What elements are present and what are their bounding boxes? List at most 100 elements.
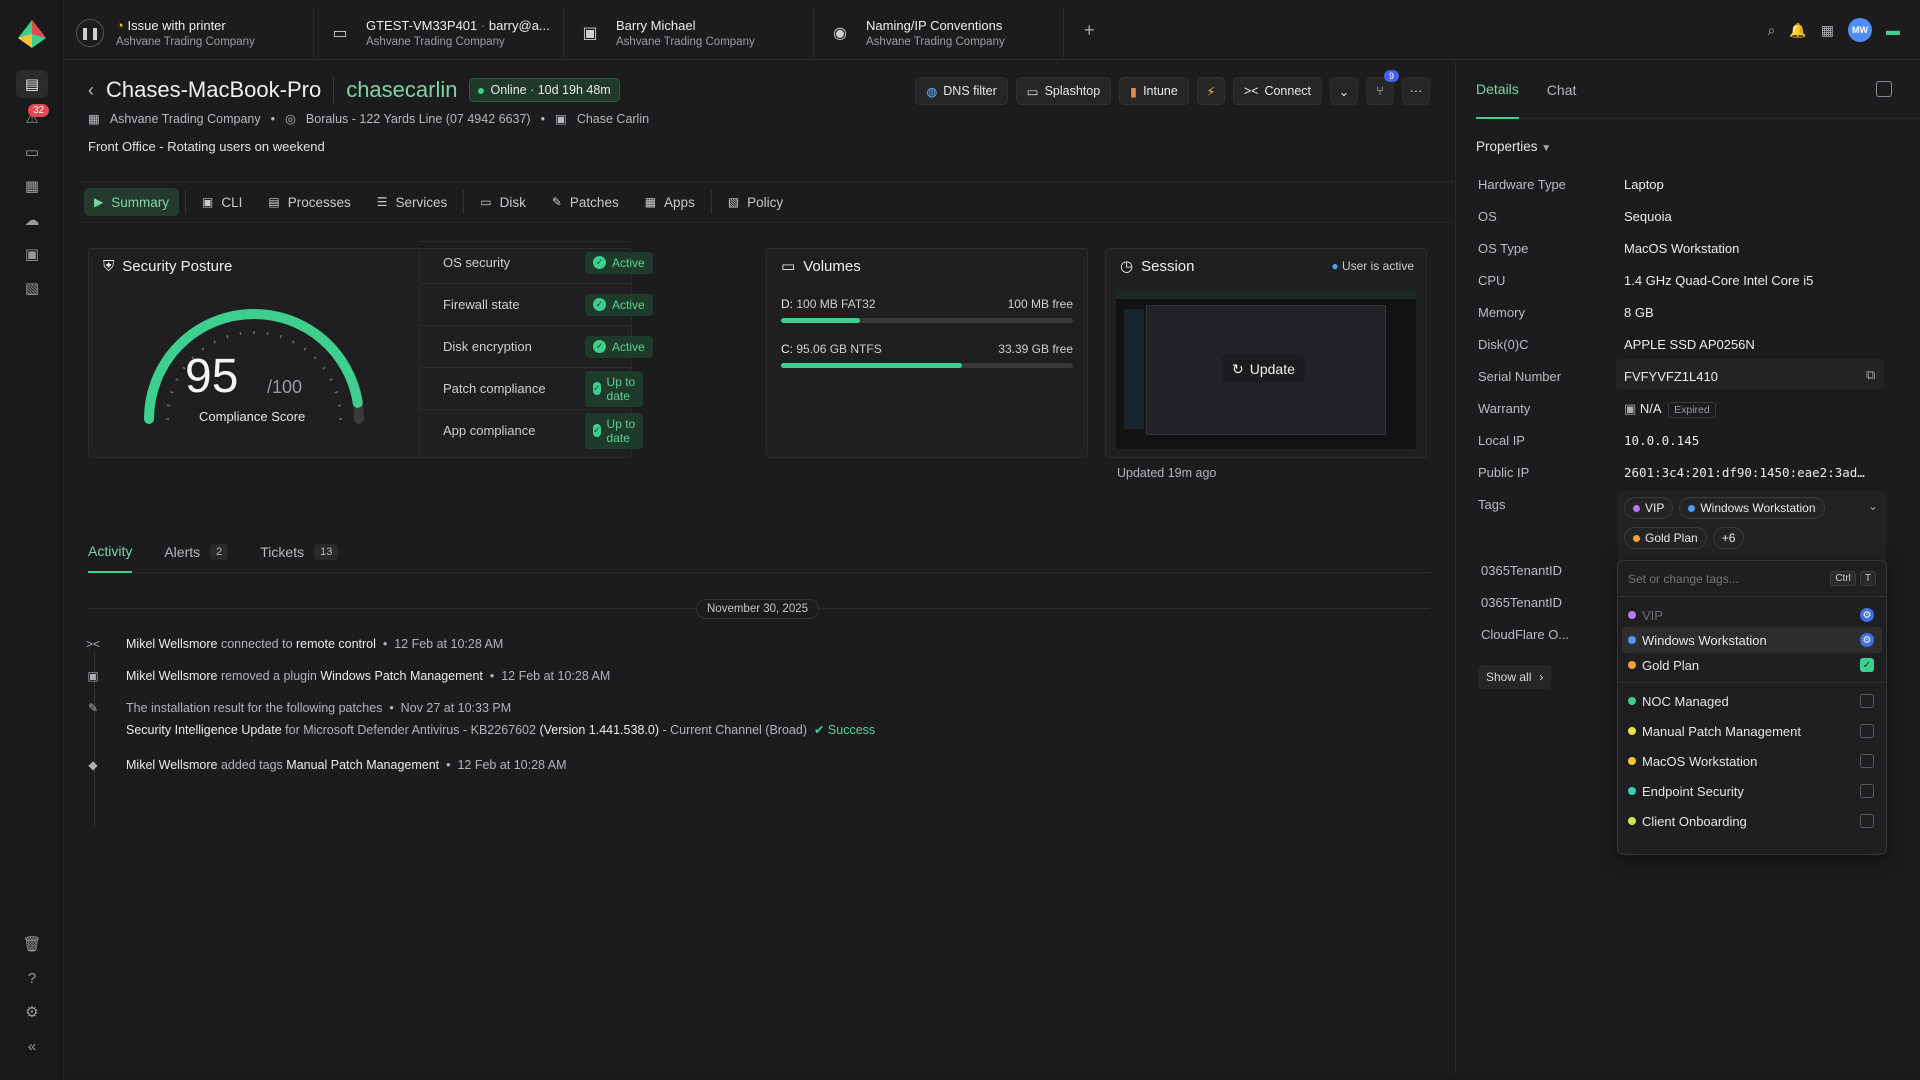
devices-nav-icon[interactable]: ▤ [16, 70, 48, 98]
tag-option-endpoint-security[interactable]: Endpoint Security [1622, 778, 1882, 804]
show-all-button[interactable]: Show all › [1478, 665, 1552, 689]
device-user[interactable]: chasecarlin [333, 77, 457, 103]
tab-alerts[interactable]: Alerts 2 [164, 531, 229, 573]
tag-chip[interactable]: Gold Plan [1624, 527, 1707, 549]
tag-option-windows-workstation[interactable]: Windows Workstation ⚙ [1622, 627, 1882, 653]
security-posture-card: ⛨ Security Posture 95 /100 Compliance Sco… [88, 241, 653, 458]
settings-gear-icon[interactable]: ⚙ [1860, 633, 1874, 647]
tag-option-noc-managed[interactable]: NOC Managed [1622, 688, 1882, 714]
tag-dot [1633, 504, 1640, 512]
checkbox-checked[interactable]: ✓ [1860, 658, 1874, 672]
avatar[interactable]: MW [1848, 18, 1872, 42]
card-title: Volumes [803, 257, 861, 275]
feed-actor[interactable]: Mikel Wellsmore [126, 669, 217, 683]
calendar-icon[interactable]: ▦ [1821, 22, 1834, 39]
serial-value: FVFYVFZ1L410 [1624, 369, 1718, 384]
help-icon[interactable]: ? [20, 966, 44, 990]
tag-option-vip[interactable]: VIP ⚙ [1622, 602, 1882, 628]
prop-key: Tags [1478, 497, 1506, 512]
collapse-icon[interactable]: « [20, 1034, 44, 1058]
tab-summary[interactable]: ▶ Summary [84, 188, 179, 216]
posture-row-firewall: Firewall state ✓ Active [419, 283, 653, 325]
tab-policy[interactable]: ▧ Policy [718, 188, 793, 216]
copy-icon[interactable]: ⧉ [1866, 367, 1875, 383]
more-button[interactable]: ··· [1402, 77, 1430, 105]
dns-filter-button[interactable]: ◍ DNS filter [915, 77, 1008, 105]
row-label: Firewall state [443, 297, 520, 312]
cloud-nav-icon[interactable]: ☁ [20, 208, 44, 232]
volume-c[interactable]: C: 95.06 GB NTFS 33.39 GB free [781, 342, 1073, 368]
tab-tickets[interactable]: Tickets 13 [260, 531, 339, 573]
tab-services[interactable]: ☰ Services [367, 188, 458, 216]
app-logo-icon[interactable] [16, 18, 48, 50]
owner-link[interactable]: Chase Carlin [577, 112, 649, 126]
add-tab-icon[interactable]: + [1084, 20, 1095, 41]
tags-field[interactable]: VIP Windows Workstation Gold Plan +6 ⌄ [1618, 491, 1886, 563]
session-screenshot[interactable]: ↻ Update [1116, 289, 1416, 449]
tab-apps[interactable]: ▦ Apps [635, 188, 705, 216]
splashtop-button[interactable]: ▭ Splashtop [1015, 77, 1112, 105]
search-icon[interactable]: ⌕ [1767, 22, 1775, 39]
status-text: Up to date [606, 374, 636, 403]
tab-processes[interactable]: ▤ Processes [258, 188, 360, 216]
feed-actor[interactable]: Mikel Wellsmore [126, 637, 217, 651]
tag-option-gold-plan[interactable]: Gold Plan ✓ [1622, 652, 1882, 678]
update-button[interactable]: ↻ Update [1222, 355, 1305, 383]
prop-key: Warranty [1478, 401, 1531, 416]
tab-disk[interactable]: ▭ Disk [470, 188, 536, 216]
bell-icon[interactable]: 🔔 [1789, 22, 1806, 39]
status-pill: ✓ Active [585, 293, 653, 316]
top-tab-doc[interactable]: ◉ Naming/IP Conventions Ashvane Trading … [814, 8, 1064, 58]
more-tags-chip[interactable]: +6 [1712, 527, 1745, 549]
properties-header[interactable]: Properties ▼ [1476, 139, 1551, 154]
panel-toggle-icon[interactable] [1876, 81, 1892, 97]
intune-button[interactable]: ▮ Intune [1119, 77, 1189, 105]
volume-d[interactable]: D: 100 MB FAT32 100 MB free [781, 297, 1073, 323]
status-text: Online [490, 83, 527, 97]
tab-patches[interactable]: ✎ Patches [542, 188, 629, 216]
tab-cli[interactable]: ▣ CLI [192, 188, 252, 216]
integrations-button[interactable]: ⑂ 9 [1366, 70, 1399, 105]
feed-time: 12 Feb at 10:28 AM [394, 637, 504, 651]
top-tab-contact[interactable]: ▣ Barry Michael Ashvane Trading Company [564, 8, 814, 58]
tag-option-manual-patch[interactable]: Manual Patch Management [1622, 718, 1882, 744]
company-link[interactable]: Ashvane Trading Company [110, 112, 261, 126]
show-all-label: Show all [1486, 670, 1532, 684]
checkbox[interactable] [1860, 724, 1874, 738]
tag-search-input[interactable] [1628, 571, 1818, 586]
gauge-tick [226, 335, 229, 339]
checkbox[interactable] [1860, 754, 1874, 768]
gauge-tick [329, 378, 333, 382]
option-label: Manual Patch Management [1642, 723, 1801, 739]
tab-details[interactable]: Details [1476, 61, 1519, 119]
connect-dropdown-button[interactable]: ⌄ [1330, 77, 1358, 105]
monitor-status-icon[interactable]: ▬ [1886, 22, 1900, 38]
kbd-ctrl: Ctrl [1830, 571, 1856, 586]
trash-icon[interactable]: 🗑 [20, 932, 44, 956]
tag-chip[interactable]: VIP [1624, 497, 1674, 519]
pause-icon[interactable]: ❚❚ [76, 19, 104, 47]
tag-option-macos-workstation[interactable]: MacOS Workstation [1622, 748, 1882, 774]
back-arrow-icon[interactable]: ‹ [88, 80, 94, 101]
location-link[interactable]: Boralus - 122 Yards Line (07 4942 6637) [306, 112, 531, 126]
tag-chip[interactable]: Windows Workstation [1679, 497, 1825, 519]
checkbox[interactable] [1860, 814, 1874, 828]
inventory-nav-icon[interactable]: ▣ [20, 242, 44, 266]
settings-gear-icon[interactable]: ⚙ [1860, 608, 1874, 622]
checkbox[interactable] [1860, 784, 1874, 798]
chevron-down-icon[interactable]: ⌄ [1868, 499, 1878, 513]
tab-activity[interactable]: Activity [88, 531, 133, 573]
checkbox[interactable] [1860, 694, 1874, 708]
lightning-button[interactable]: ⚡ [1196, 77, 1225, 105]
reports-nav-icon[interactable]: ▦ [20, 174, 44, 198]
top-tab-sub: Ashvane Trading Company [116, 36, 255, 48]
top-tab-ticket[interactable]: ❚❚ ◔ Issue with printer Ashvane Trading … [64, 8, 314, 58]
tab-chat[interactable]: Chat [1547, 61, 1577, 119]
laptop-nav-icon[interactable]: ▭ [20, 140, 44, 164]
tag-option-client-onboarding[interactable]: Client Onboarding [1622, 808, 1882, 834]
docs-nav-icon[interactable]: ▧ [20, 276, 44, 300]
top-tab-device[interactable]: ▭ GTEST-VM33P401 · barry@a... Ashvane Tr… [314, 8, 564, 58]
feed-actor[interactable]: Mikel Wellsmore [126, 758, 217, 772]
settings-gear-icon[interactable]: ⚙ [20, 1000, 44, 1024]
connect-button[interactable]: >< Connect [1232, 77, 1322, 105]
